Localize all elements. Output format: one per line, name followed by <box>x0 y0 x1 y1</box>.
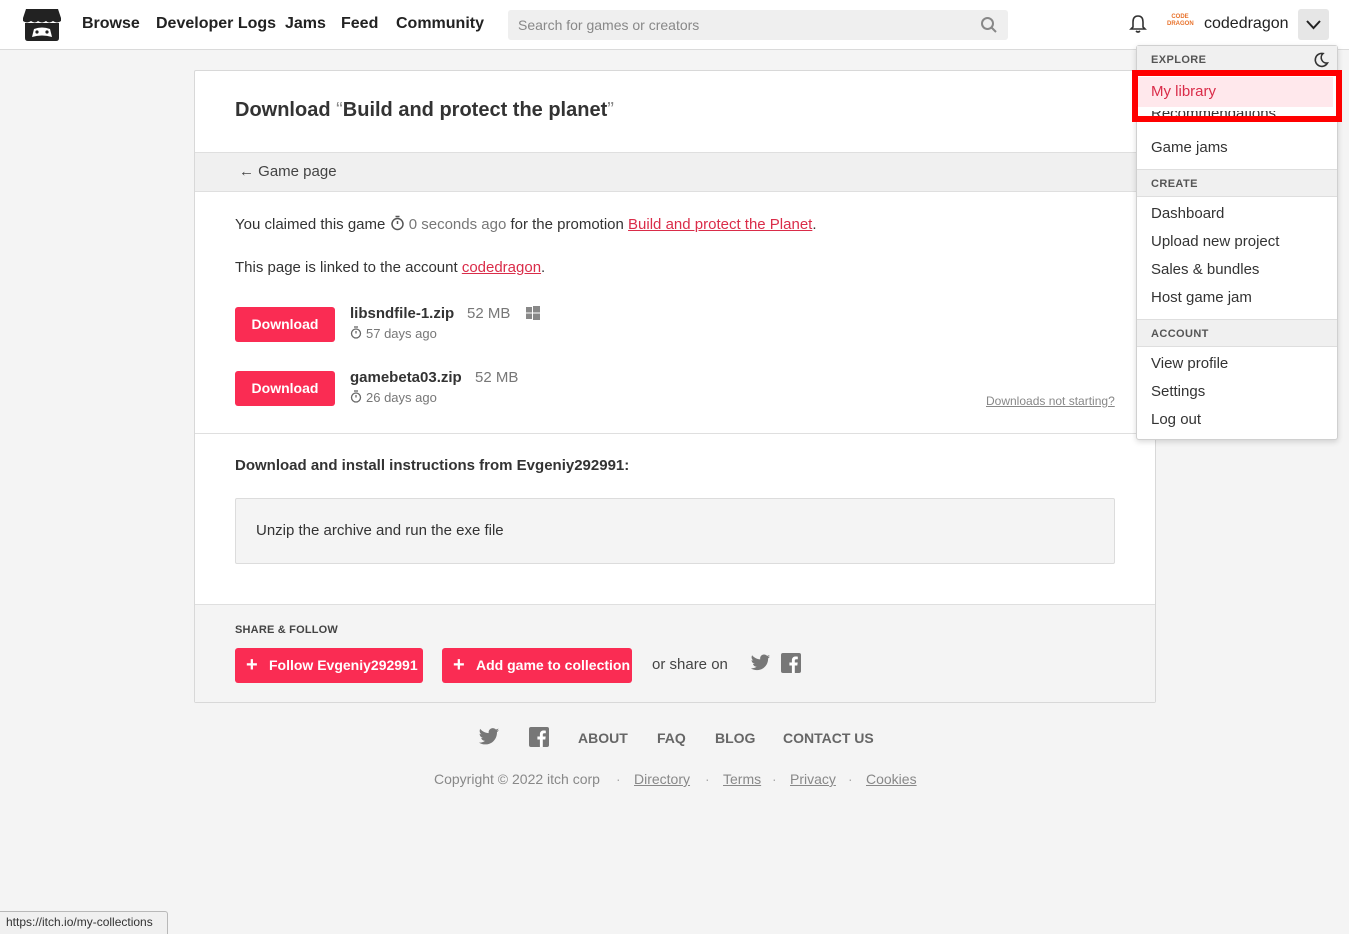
search-icon[interactable] <box>980 16 998 34</box>
download-button[interactable]: Download <box>235 307 335 342</box>
windows-icon <box>526 306 540 320</box>
close-quote: ” <box>607 99 614 121</box>
nav-browse[interactable]: Browse <box>82 15 140 33</box>
promotion-link[interactable]: Build and protect the Planet <box>628 216 812 233</box>
linked-account-link[interactable]: codedragon <box>462 259 541 276</box>
claim-prefix: You claimed this game <box>235 216 386 233</box>
footer-about-link[interactable]: ABOUT <box>578 730 628 746</box>
downloads-not-starting-link[interactable]: Downloads not starting? <box>986 394 1115 408</box>
footer-faq-link[interactable]: FAQ <box>657 730 686 746</box>
menu-item-dashboard[interactable]: Dashboard <box>1151 205 1224 222</box>
highlight-annotation-frame <box>1132 70 1342 122</box>
divider <box>195 433 1155 434</box>
instructions-text: Unzip the archive and run the exe file <box>256 522 504 539</box>
terms-link[interactable]: Terms <box>723 771 761 787</box>
add-to-collection-button[interactable]: + Add game to collection <box>442 648 632 683</box>
file-name: libsndfile-1.zip <box>350 305 455 322</box>
share-follow-section: SHARE & FOLLOW + Follow Evgeniy292991 + … <box>195 604 1155 702</box>
privacy-link[interactable]: Privacy <box>790 771 836 787</box>
add-to-collection-label: Add game to collection <box>476 657 631 673</box>
stopwatch-icon <box>350 390 362 403</box>
twitter-icon[interactable] <box>750 654 771 672</box>
follow-button[interactable]: + Follow Evgeniy292991 <box>235 648 423 683</box>
file-age: 57 days ago <box>366 326 437 341</box>
site-header: Browse Developer Logs Jams Feed Communit… <box>0 0 1349 50</box>
nav-developer-logs[interactable]: Developer Logs <box>156 15 276 33</box>
notification-bell-icon[interactable] <box>1128 14 1148 34</box>
linked-prefix: This page is linked to the account <box>235 259 458 276</box>
footer-facebook-icon[interactable] <box>528 727 550 747</box>
menu-item-settings[interactable]: Settings <box>1151 383 1205 400</box>
linked-account-line: This page is linked to the account coded… <box>235 259 545 276</box>
menu-item-host-game-jam[interactable]: Host game jam <box>1151 289 1252 306</box>
menu-item-view-profile[interactable]: View profile <box>1151 355 1228 372</box>
nav-feed[interactable]: Feed <box>341 15 378 33</box>
nav-community[interactable]: Community <box>396 15 484 33</box>
plus-icon: + <box>246 654 258 676</box>
separator-dot: · <box>848 771 853 787</box>
avatar[interactable]: CODE DRAGON <box>1167 14 1194 34</box>
footer-blog-link[interactable]: BLOG <box>715 730 755 746</box>
footer-contact-link[interactable]: CONTACT US <box>783 730 874 746</box>
page-title: Download “Build and protect the planet” <box>235 99 614 122</box>
game-title: Build and protect the planet <box>342 99 608 121</box>
footer-twitter-icon[interactable] <box>478 727 500 747</box>
facebook-icon[interactable] <box>781 653 801 673</box>
file-name: gamebeta03.zip <box>350 369 462 386</box>
cookies-link[interactable]: Cookies <box>866 771 917 787</box>
user-menu-toggle[interactable] <box>1298 9 1329 40</box>
chevron-down-icon <box>1306 20 1321 30</box>
separator-dot: · <box>705 771 710 787</box>
dropdown-section-create: CREATE <box>1137 169 1337 197</box>
browser-status-bar: https://itch.io/my-collections <box>0 911 168 934</box>
search-input[interactable] <box>508 10 968 40</box>
search-bar <box>508 10 1008 40</box>
stopwatch-icon <box>350 326 362 339</box>
file-size: 52 MB <box>467 305 511 322</box>
username-label[interactable]: codedragon <box>1204 15 1289 33</box>
download-card: Download “Build and protect the planet” … <box>194 70 1156 703</box>
itch-logo-icon[interactable] <box>22 7 62 43</box>
period: . <box>812 216 817 233</box>
menu-item-upload-new-project[interactable]: Upload new project <box>1151 233 1279 250</box>
title-prefix: Download <box>235 99 331 121</box>
back-bar: ← Game page <box>195 152 1155 192</box>
claim-line: You claimed this game 0 seconds ago for … <box>235 215 817 233</box>
separator-dot: · <box>772 771 777 787</box>
section-label: EXPLORE <box>1151 54 1207 66</box>
instructions-heading: Download and install instructions from E… <box>235 457 630 474</box>
nav-jams[interactable]: Jams <box>285 15 326 33</box>
separator-dot: · <box>616 771 621 787</box>
menu-item-sales-bundles[interactable]: Sales & bundles <box>1151 261 1259 278</box>
file-age: 26 days ago <box>366 390 437 405</box>
dropdown-section-account: ACCOUNT <box>1137 319 1337 347</box>
file-size: 52 MB <box>475 369 519 386</box>
game-page-link[interactable]: ← Game page <box>239 163 337 180</box>
instructions-box: Unzip the archive and run the exe file <box>235 498 1115 564</box>
open-quote: “ <box>336 99 343 121</box>
section-label: ACCOUNT <box>1151 328 1209 340</box>
plus-icon: + <box>453 654 465 676</box>
section-label: CREATE <box>1151 178 1198 190</box>
download-button[interactable]: Download <box>235 371 335 406</box>
period: . <box>541 259 546 276</box>
directory-link[interactable]: Directory <box>634 771 690 787</box>
menu-item-log-out[interactable]: Log out <box>1151 411 1201 428</box>
menu-item-game-jams[interactable]: Game jams <box>1151 139 1228 156</box>
follow-button-label: Follow Evgeniy292991 <box>269 657 418 673</box>
stopwatch-icon <box>390 215 404 231</box>
claim-mid: for the promotion <box>510 216 624 233</box>
claim-time: 0 seconds ago <box>408 216 507 233</box>
share-text: or share on <box>652 656 728 673</box>
share-heading: SHARE & FOLLOW <box>235 624 339 636</box>
dark-mode-moon-icon[interactable] <box>1313 52 1329 68</box>
copyright-text: Copyright © 2022 itch corp <box>434 771 600 787</box>
